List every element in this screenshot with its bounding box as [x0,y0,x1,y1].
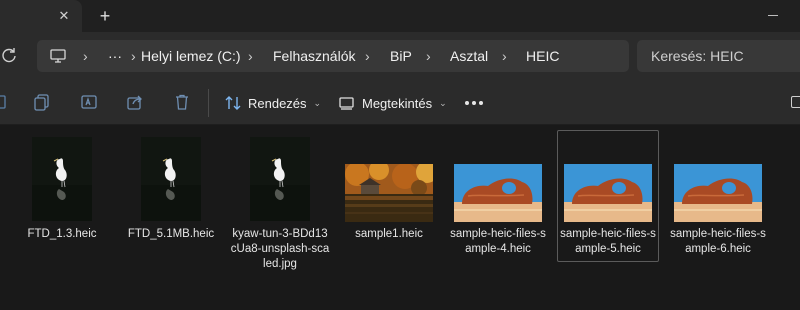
address-bar[interactable]: › ··· › Helyi lemez (C:) › Felhasználók … [37,40,629,72]
view-icon [339,97,354,110]
refresh-icon[interactable] [0,46,18,64]
rock-arch-thumbnail [674,164,762,222]
breadcrumb-users[interactable]: Felhasználók [273,48,356,64]
breadcrumb-separator: › [365,48,370,64]
file-item[interactable]: FTD_5.1MB.heic [120,130,222,262]
autumn-lake-thumbnail [345,164,433,222]
command-bar: Rendezés ⌄ Megtekintés ⌄ [0,80,800,125]
view-button[interactable]: Megtekintés ⌄ [338,90,447,116]
rename-icon[interactable] [80,93,98,111]
file-name: sample1.heic [355,228,423,240]
file-item[interactable]: sample1.heic [338,130,440,262]
sort-button[interactable]: Rendezés ⌄ [224,90,321,116]
breadcrumb-heic[interactable]: HEIC [526,48,559,64]
file-grid: FTD_1.3.heic FTD_5.1MB.heic kyaw-tun-3-B… [0,126,800,310]
rock-arch-thumbnail [564,164,652,222]
minimize-button[interactable] [768,15,778,16]
tab-strip: ✕ + [0,0,800,32]
breadcrumb-drive[interactable]: Helyi lemez (C:) [141,48,241,64]
file-item[interactable]: sample-heic-files-sample-5.heic [557,130,659,262]
details-pane-icon[interactable] [791,96,800,108]
breadcrumb-separator: › [248,48,253,64]
view-label: Megtekintés [362,95,433,111]
close-icon[interactable]: ✕ [54,6,74,26]
chevron-down-icon: ⌄ [439,97,447,108]
copy-icon[interactable] [33,93,51,111]
chevron-down-icon: ⌄ [313,97,322,108]
file-item[interactable]: sample-heic-files-sample-4.heic [447,130,549,262]
search-input[interactable]: Keresés: HEIC [637,40,800,72]
file-name: FTD_5.1MB.heic [127,228,215,240]
file-name: sample-heic-files-sample-6.heic [670,228,766,255]
sort-label: Rendezés [248,95,307,111]
file-name: FTD_1.3.heic [27,228,97,240]
file-name: kyaw-tun-3-BDd13cUa8-unsplash-scaled.jpg [230,228,330,270]
toolbar-divider [208,89,209,117]
breadcrumb-separator: › [426,48,431,64]
egret-thumbnail [141,137,201,221]
breadcrumb-separator: › [83,48,88,64]
file-item[interactable]: sample-heic-files-sample-6.heic [667,130,769,262]
file-item[interactable]: kyaw-tun-3-BDd13cUa8-unsplash-scaled.jpg [229,130,331,270]
search-placeholder: Keresés: HEIC [651,48,744,64]
active-tab[interactable]: ✕ [0,0,82,32]
breadcrumb-desktop[interactable]: Asztal [450,48,488,64]
breadcrumb-separator: › [131,48,136,64]
file-item[interactable]: FTD_1.3.heic [11,130,113,262]
new-tab-button[interactable]: + [94,5,116,27]
address-row: › ··· › Helyi lemez (C:) › Felhasználók … [0,32,800,80]
delete-icon[interactable] [173,93,191,111]
computer-icon [50,49,66,63]
more-options-button[interactable] [465,101,483,105]
file-name: sample-heic-files-sample-5.heic [560,228,656,255]
sort-icon [225,96,241,110]
share-icon[interactable] [126,93,144,111]
breadcrumb-separator: › [502,48,507,64]
rock-arch-thumbnail [454,164,542,222]
breadcrumb-overflow-button[interactable]: ··· [108,48,122,64]
new-icon[interactable] [0,93,12,111]
file-name: sample-heic-files-sample-4.heic [450,228,546,255]
egret-thumbnail [250,137,310,221]
breadcrumb-bip[interactable]: BiP [390,48,412,64]
egret-thumbnail [32,137,92,221]
